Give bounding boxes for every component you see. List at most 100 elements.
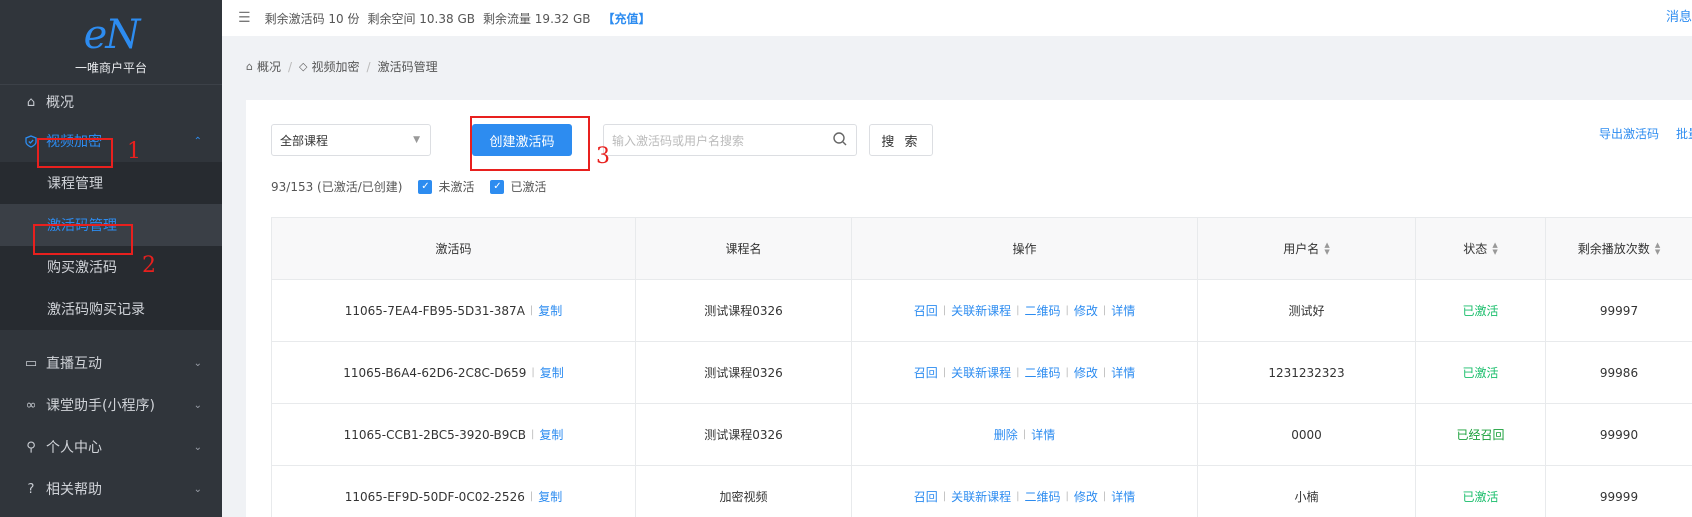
details-link[interactable]: 详情 <box>1111 488 1135 505</box>
actions-cell: 召回 | 关联新课程 | 二维码 | 修改 | 详情 <box>852 342 1198 403</box>
header-cell: 课程名 <box>636 218 852 279</box>
copy-link[interactable]: 复制 <box>539 426 563 443</box>
sidebar-subitem-purchase-records[interactable]: 激活码购买记录 <box>0 288 222 330</box>
code-cell: 11065-B6A4-62D6-2C8C-D659 | 复制 <box>272 342 636 403</box>
details-link[interactable]: 详情 <box>1111 364 1135 381</box>
link-new-course-link[interactable]: 关联新课程 <box>951 364 1011 381</box>
sidebar-item-live[interactable]: ▭ 直播互动 ⌄ <box>0 342 222 384</box>
user-icon: ⚲ <box>26 439 36 455</box>
recall-link[interactable]: 召回 <box>914 302 938 319</box>
edit-link[interactable]: 修改 <box>1074 364 1098 381</box>
header-cell-username[interactable]: 用户名 ▲ ▼ <box>1198 218 1416 279</box>
username-cell: 1231232323 <box>1198 342 1416 403</box>
course-cell: 加密视频 <box>636 466 852 517</box>
code-cell: 11065-7EA4-FB95-5D31-387A | 复制 <box>272 280 636 341</box>
status-cell: 已经召回 <box>1416 404 1546 465</box>
username-cell: 小楠 <box>1198 466 1416 517</box>
details-link[interactable]: 详情 <box>1031 426 1055 443</box>
search-button[interactable]: 搜 索 <box>869 124 933 156</box>
filter-row: 93/153 (已激活/已创建) ✓ 未激活 ✓ 已激活 <box>271 178 546 195</box>
edit-link[interactable]: 修改 <box>1074 488 1098 505</box>
batch-link[interactable]: 批量 <box>1676 125 1692 142</box>
activation-summary: 93/153 (已激活/已创建) <box>271 180 403 194</box>
search-placeholder: 输入激活码或用户名搜索 <box>612 133 745 148</box>
annotation-box-1 <box>37 138 113 168</box>
recall-link[interactable]: 召回 <box>914 364 938 381</box>
header-label: 课程名 <box>725 242 762 256</box>
checkbox-label: 已激活 <box>510 180 547 194</box>
sidebar-item-help[interactable]: ? 相关帮助 ⌄ <box>0 468 222 510</box>
link-new-course-link[interactable]: 关联新课程 <box>951 302 1011 319</box>
header-cell: 激活码 <box>272 218 636 279</box>
delete-link[interactable]: 删除 <box>994 426 1018 443</box>
copy-link[interactable]: 复制 <box>540 364 564 381</box>
sort-icon[interactable]: ▲ ▼ <box>1492 241 1497 256</box>
link-new-course-link[interactable]: 关联新课程 <box>951 488 1011 505</box>
course-cell: 测试课程0326 <box>636 342 852 403</box>
edit-link[interactable]: 修改 <box>1074 302 1098 319</box>
status-cell: 已激活 <box>1416 466 1546 517</box>
chevron-down-icon: ⌄ <box>193 357 202 369</box>
remaining-cell: 99999 <box>1546 466 1692 517</box>
sidebar-item-label: 直播互动 <box>46 356 102 372</box>
table-row: 11065-EF9D-50DF-0C02-2526 | 复制 加密视频 召回 | 关联… <box>272 466 1692 517</box>
status-cell: 已激活 <box>1416 280 1546 341</box>
annotation-number-3: 3 <box>596 144 610 169</box>
table-header: 激活码 课程名 操作 用户名 ▲ ▼ 状态 ▲ ▼ 剩余播放次数 ▲ ▼ <box>272 218 1692 280</box>
export-activation-codes-link[interactable]: 导出激活码 <box>1599 125 1659 142</box>
copy-link[interactable]: 复制 <box>538 488 562 505</box>
table-row: 11065-B6A4-62D6-2C8C-D659 | 复制 测试课程0326 召回… <box>272 342 1692 404</box>
qrcode-link[interactable]: 二维码 <box>1024 364 1060 381</box>
sidebar-subitem-label: 课程管理 <box>47 176 103 192</box>
sidebar-item-classroom-assistant[interactable]: ∞ 课堂助手(小程序) ⌄ <box>0 384 222 426</box>
course-select[interactable]: 全部课程 ▼ <box>271 124 431 156</box>
messages-link[interactable]: 消息 <box>1666 6 1692 25</box>
sidebar-subitem-label: 激活码购买记录 <box>47 302 145 318</box>
annotation-number-2: 2 <box>142 253 156 278</box>
recharge-link[interactable]: 【充值】 <box>603 10 651 27</box>
chevron-up-icon: ⌃ <box>193 135 202 147</box>
link-icon: ∞ <box>25 397 37 413</box>
copy-link[interactable]: 复制 <box>538 302 562 319</box>
header-cell-remaining[interactable]: 剩余播放次数 ▲ ▼ <box>1546 218 1692 279</box>
details-link[interactable]: 详情 <box>1111 302 1135 319</box>
remaining-space: 剩余空间 10.38 GB <box>367 11 475 26</box>
logo[interactable]: eN 一唯商户平台 <box>0 0 222 88</box>
annotation-box-2 <box>33 224 133 255</box>
remaining-traffic: 剩余流量 19.32 GB <box>482 11 591 26</box>
header-cell: 操作 <box>852 218 1198 279</box>
activation-code: 11065-7EA4-FB95-5D31-387A <box>344 303 525 318</box>
home-icon: ⌂ <box>246 60 253 73</box>
activation-code: 11065-EF9D-50DF-0C02-2526 <box>344 489 525 504</box>
search-icon[interactable] <box>832 131 848 150</box>
home-icon: ⌂ <box>26 94 36 110</box>
breadcrumb-item-video-encryption[interactable]: 视频加密 <box>312 58 360 75</box>
qrcode-link[interactable]: 二维码 <box>1024 302 1060 319</box>
breadcrumb-item-overview[interactable]: 概况 <box>257 58 281 75</box>
activation-codes-table: 激活码 课程名 操作 用户名 ▲ ▼ 状态 ▲ ▼ 剩余播放次数 ▲ ▼ 11065-7EA… <box>271 217 1692 517</box>
chevron-down-icon: ⌄ <box>193 483 202 495</box>
checkbox-active[interactable]: ✓ 已激活 <box>490 178 546 195</box>
code-cell: 11065-EF9D-50DF-0C02-2526 | 复制 <box>272 466 636 517</box>
header-cell-status[interactable]: 状态 ▲ ▼ <box>1416 218 1546 279</box>
sidebar-item-personal-center[interactable]: ⚲ 个人中心 ⌄ <box>0 426 222 468</box>
qrcode-link[interactable]: 二维码 <box>1024 488 1060 505</box>
recall-link[interactable]: 召回 <box>914 488 938 505</box>
sidebar-subitem-course-management[interactable]: 课程管理 <box>0 162 222 204</box>
username-cell: 0000 <box>1198 404 1416 465</box>
menu-toggle-icon[interactable]: ☰ <box>238 10 251 26</box>
chevron-down-icon: ⌄ <box>193 399 202 411</box>
sort-icon[interactable]: ▲ ▼ <box>1655 241 1660 256</box>
breadcrumb-separator: / <box>366 59 371 74</box>
username-cell: 测试好 <box>1198 280 1416 341</box>
checkbox-inactive[interactable]: ✓ 未激活 <box>418 178 474 195</box>
sidebar: eN 一唯商户平台 ⌂ 概况 视频加密 ⌃ 课程管理 激活码管理 购买激活码 激… <box>0 0 222 517</box>
sidebar-item-overview[interactable]: ⌂ 概况 <box>0 81 222 123</box>
sidebar-item-label: 课堂助手(小程序) <box>46 398 155 414</box>
remaining-cell: 99990 <box>1546 404 1692 465</box>
actions-cell: 删除 | 详情 <box>852 404 1198 465</box>
sort-icon[interactable]: ▲ ▼ <box>1324 241 1329 256</box>
header-label: 操作 <box>1012 242 1037 256</box>
header-label: 用户名 <box>1283 242 1320 256</box>
search-input[interactable]: 输入激活码或用户名搜索 <box>603 124 857 156</box>
